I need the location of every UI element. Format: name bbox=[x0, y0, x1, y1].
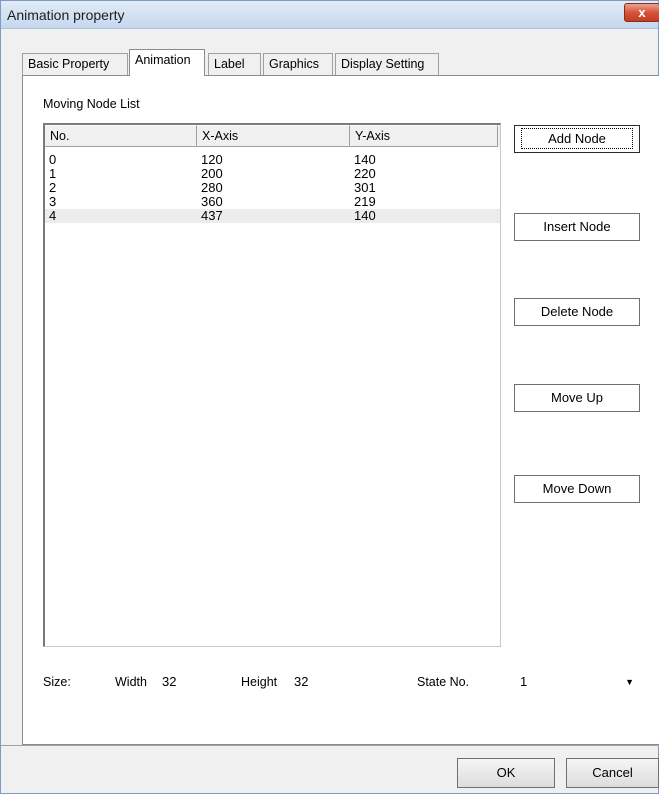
cell-x-axis: 360 bbox=[201, 194, 223, 209]
add-node-label: Add Node bbox=[521, 128, 633, 149]
bottom-separator bbox=[1, 745, 659, 746]
table-row[interactable]: 3 360 219 bbox=[45, 195, 500, 209]
cell-x-axis: 200 bbox=[201, 166, 223, 181]
table-row[interactable]: 1 200 220 bbox=[45, 167, 500, 181]
tab-label[interactable]: Label bbox=[208, 53, 261, 75]
height-label: Height bbox=[241, 675, 278, 689]
cell-no: 1 bbox=[49, 166, 57, 181]
height-field[interactable]: 32 bbox=[290, 669, 362, 695]
list-header: No. X-Axis Y-Axis bbox=[45, 125, 500, 147]
cell-x-axis: 437 bbox=[201, 208, 223, 223]
cell-y-axis: 140 bbox=[354, 152, 376, 167]
title-bar: Animation property x bbox=[1, 1, 659, 29]
dropdown-arrow-icon[interactable]: ▼ bbox=[625, 669, 634, 695]
column-header-no[interactable]: No. bbox=[45, 125, 197, 147]
moving-node-list-label: Moving Node List bbox=[43, 97, 140, 111]
tab-graphics[interactable]: Graphics bbox=[263, 53, 333, 75]
table-row-selected[interactable]: 4 437 140 bbox=[45, 209, 500, 223]
cell-y-axis: 301 bbox=[354, 180, 376, 195]
tab-basic-property[interactable]: Basic Property bbox=[22, 53, 128, 75]
tab-animation[interactable]: Animation bbox=[129, 49, 205, 76]
move-down-button[interactable]: Move Down bbox=[514, 475, 640, 503]
column-header-x-axis[interactable]: X-Axis bbox=[197, 125, 350, 147]
cell-y-axis: 140 bbox=[354, 208, 376, 223]
cell-no: 3 bbox=[49, 194, 57, 209]
animation-property-dialog: Animation property x Basic Property Anim… bbox=[0, 0, 659, 794]
delete-node-button[interactable]: Delete Node bbox=[514, 298, 640, 326]
cell-x-axis: 280 bbox=[201, 180, 223, 195]
table-row[interactable]: 0 120 140 bbox=[45, 153, 500, 167]
cell-y-axis: 219 bbox=[354, 194, 376, 209]
state-no-label: State No. bbox=[417, 675, 470, 689]
ok-button[interactable]: OK bbox=[457, 758, 555, 788]
state-no-value: 1 bbox=[520, 674, 528, 689]
table-row[interactable]: 2 280 301 bbox=[45, 181, 500, 195]
size-label: Size: bbox=[43, 675, 71, 689]
add-node-button[interactable]: Add Node bbox=[514, 125, 640, 153]
tab-display-setting[interactable]: Display Setting bbox=[335, 53, 439, 75]
column-header-y-axis[interactable]: Y-Axis bbox=[350, 125, 498, 147]
cancel-button[interactable]: Cancel bbox=[566, 758, 659, 788]
close-icon[interactable]: x bbox=[638, 5, 645, 20]
state-no-select[interactable]: 1 ▼ bbox=[514, 669, 642, 695]
insert-node-button[interactable]: Insert Node bbox=[514, 213, 640, 241]
width-label: Width bbox=[115, 675, 147, 689]
window-title: Animation property bbox=[7, 7, 125, 23]
moving-node-list[interactable]: No. X-Axis Y-Axis 0 120 140 1 200 220 2 … bbox=[43, 123, 501, 647]
cell-no: 2 bbox=[49, 180, 57, 195]
cell-no: 4 bbox=[49, 208, 57, 223]
cell-y-axis: 220 bbox=[354, 166, 376, 181]
cell-x-axis: 120 bbox=[201, 152, 223, 167]
move-up-button[interactable]: Move Up bbox=[514, 384, 640, 412]
cell-no: 0 bbox=[49, 152, 57, 167]
width-field[interactable]: 32 bbox=[158, 669, 228, 695]
close-button[interactable]: x bbox=[624, 3, 659, 22]
